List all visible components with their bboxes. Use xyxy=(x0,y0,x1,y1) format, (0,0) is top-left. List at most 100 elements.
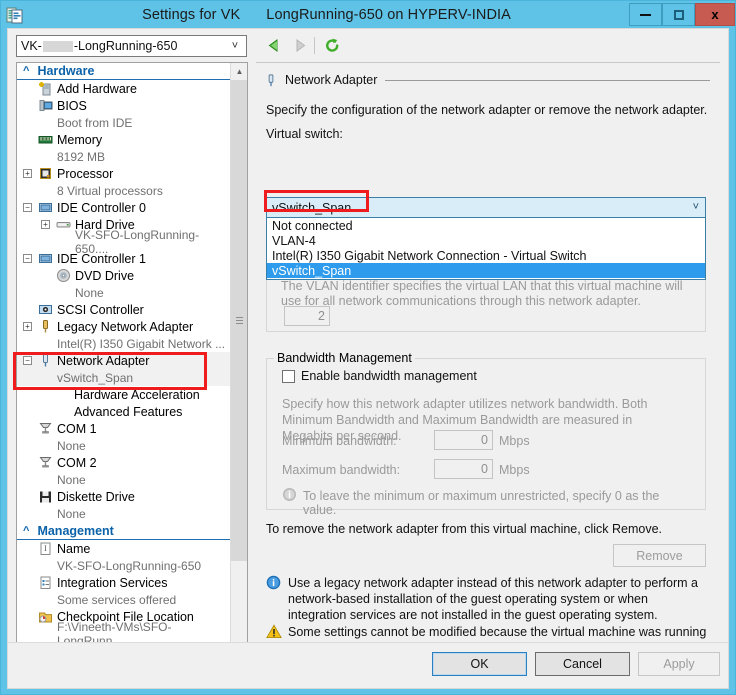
tree-item-label: Processor xyxy=(57,166,114,181)
dropdown-option-vlan-4[interactable]: VLAN-4 xyxy=(267,233,705,248)
remove-description: To remove the network adapter from this … xyxy=(266,522,662,536)
chevron-down-icon: ˅ xyxy=(231,40,239,52)
minimum-bandwidth-label: Minimum bandwidth: xyxy=(282,434,397,448)
tree-item-com-1[interactable]: COM 1 xyxy=(17,420,231,437)
chevron-up-icon: ^ xyxy=(23,65,30,77)
svg-text:I: I xyxy=(44,544,47,553)
window-title-right: LongRunning-650 on HYPERV-INDIA xyxy=(266,6,511,23)
close-button[interactable]: x xyxy=(695,3,735,26)
virtual-switch-value: vSwitch_Span xyxy=(272,200,352,215)
settings-tree-panel[interactable]: ^ Hardware Add Hardware BIOS Boot from I… xyxy=(16,62,248,670)
tree-item-ide-controller-0[interactable]: − IDE Controller 0 xyxy=(17,199,231,216)
vlan-id-value: 2 xyxy=(318,309,325,323)
tree-item-legacy-network-adapter-sub: Intel(R) I350 Gigabit Network ... xyxy=(57,336,226,351)
cancel-button-label: Cancel xyxy=(563,657,602,671)
scsi-controller-icon xyxy=(38,302,53,317)
scrollbar-thumb[interactable] xyxy=(231,80,247,561)
expander-minus-icon[interactable]: − xyxy=(23,254,32,263)
expander-plus-icon[interactable]: + xyxy=(23,322,32,331)
expander-minus-icon[interactable]: − xyxy=(23,203,32,212)
expander-minus-icon[interactable]: − xyxy=(23,356,32,365)
warning-icon xyxy=(266,624,282,639)
apply-button: Apply xyxy=(638,652,720,676)
info-icon xyxy=(266,575,281,590)
network-adapter-icon xyxy=(38,319,53,334)
tree-item-memory-sub: 8192 MB xyxy=(57,149,106,164)
back-arrow-icon[interactable] xyxy=(263,35,285,56)
tree-item-label: IDE Controller 1 xyxy=(57,251,146,266)
dropdown-option-not-connected[interactable]: Not connected xyxy=(267,218,705,233)
minimum-bandwidth-unit: Mbps xyxy=(499,434,530,448)
remove-button-label: Remove xyxy=(636,548,683,563)
info-icon xyxy=(282,487,297,502)
panel-description: Specify the configuration of the network… xyxy=(266,103,708,117)
expander-plus-icon[interactable]: + xyxy=(23,169,32,178)
dropdown-option-vswitch-span[interactable]: vSwitch_Span xyxy=(267,263,705,278)
tree-item-label: Memory xyxy=(57,132,103,147)
scroll-up-icon[interactable]: ▲ xyxy=(231,63,247,80)
ok-button[interactable]: OK xyxy=(432,652,527,676)
virtual-switch-label: Virtual switch: xyxy=(266,127,343,141)
tree-item-label: IDE Controller 0 xyxy=(57,200,146,215)
vm-selector-combobox[interactable]: VK- -LongRunning-650 ˅ xyxy=(16,35,247,57)
maximize-button[interactable] xyxy=(662,3,695,26)
tree-group-management[interactable]: ^ Management xyxy=(17,523,231,540)
maximum-bandwidth-input: 0 xyxy=(434,459,493,479)
tree-item-processor[interactable]: + Processor xyxy=(17,165,231,182)
chevron-down-icon: ˅ xyxy=(692,201,699,213)
tree-item-label: Diskette Drive xyxy=(57,489,135,504)
redacted-block xyxy=(42,40,73,52)
tree-item-label: Advanced Features xyxy=(74,404,183,419)
bios-icon xyxy=(38,98,53,113)
virtual-switch-combobox[interactable]: vSwitch_Span ˅ xyxy=(266,197,706,218)
tree-item-label: BIOS xyxy=(57,98,87,113)
tree-item-integration-services[interactable]: Integration Services xyxy=(17,574,231,591)
tree-item-bios[interactable]: BIOS xyxy=(17,97,231,114)
tree-item-ide-controller-1[interactable]: − IDE Controller 1 xyxy=(17,250,231,267)
tree-item-label: DVD Drive xyxy=(75,268,135,283)
client-area: VK- -LongRunning-650 ˅ ^ Hardware Add Ha… xyxy=(7,28,729,689)
footer-button-bar: OK Cancel Apply xyxy=(8,643,728,688)
close-icon: x xyxy=(711,7,719,22)
tree-item-label: Hardware Acceleration xyxy=(74,387,200,402)
tree-item-name[interactable]: I Name xyxy=(17,540,231,557)
window-title: Settings for VK LongRunning-650 on HYPERV… xyxy=(24,7,629,23)
refresh-icon[interactable] xyxy=(321,34,343,56)
expander-plus-icon[interactable]: + xyxy=(41,220,50,229)
tree-item-label: COM 1 xyxy=(57,421,97,436)
tree-item-label: Name xyxy=(57,541,91,556)
tree-item-advanced-features[interactable]: Advanced Features xyxy=(17,403,231,420)
tree-item-com-2[interactable]: COM 2 xyxy=(17,454,231,471)
tree-group-management-label: Management xyxy=(37,524,114,538)
hard-drive-icon xyxy=(56,217,71,232)
scrollbar-grip-icon xyxy=(236,317,243,324)
tree-item-label: Legacy Network Adapter xyxy=(57,319,194,334)
tree-item-diskette-drive[interactable]: Diskette Drive xyxy=(17,488,231,505)
settings-window: Settings for VK LongRunning-650 on HYPERV… xyxy=(0,0,736,695)
dropdown-option-intel-i350[interactable]: Intel(R) I350 Gigabit Network Connection… xyxy=(267,248,705,263)
tree-item-legacy-network-adapter[interactable]: + Legacy Network Adapter xyxy=(17,318,231,335)
tree-item-hard-drive-sub: VK-SFO-LongRunning-650.... xyxy=(75,227,200,256)
tree-item-bios-sub: Boot from IDE xyxy=(57,115,133,130)
tree-scroll-area: ^ Hardware Add Hardware BIOS Boot from I… xyxy=(17,63,231,669)
vm-selector-value: VK- -LongRunning-650 xyxy=(21,39,178,53)
tree-group-hardware[interactable]: ^ Hardware xyxy=(17,63,231,80)
tree-item-scsi-controller[interactable]: SCSI Controller xyxy=(17,301,231,318)
window-title-left: Settings for VK xyxy=(142,6,241,23)
tree-item-dvd-drive[interactable]: DVD Drive xyxy=(17,267,231,284)
tree-item-hardware-acceleration[interactable]: Hardware Acceleration xyxy=(17,386,231,403)
cancel-button[interactable]: Cancel xyxy=(535,652,630,676)
network-adapter-icon xyxy=(38,353,53,368)
diskette-drive-icon xyxy=(38,489,53,504)
tree-item-add-hardware[interactable]: Add Hardware xyxy=(17,80,231,97)
tree-item-label: Integration Services xyxy=(57,575,168,590)
tree-item-network-adapter[interactable]: − Network Adapter xyxy=(17,352,231,369)
toolbar-divider xyxy=(314,37,315,54)
minimize-button[interactable] xyxy=(629,3,662,26)
virtual-switch-dropdown-list[interactable]: Not connected VLAN-4 Intel(R) I350 Gigab… xyxy=(266,218,706,280)
maximum-bandwidth-value: 0 xyxy=(481,462,488,476)
tree-scrollbar[interactable]: ▲ ▼ xyxy=(230,63,247,669)
enable-bandwidth-checkbox[interactable] xyxy=(282,370,295,383)
ide-controller-icon xyxy=(38,251,53,266)
tree-item-memory[interactable]: Memory xyxy=(17,131,231,148)
